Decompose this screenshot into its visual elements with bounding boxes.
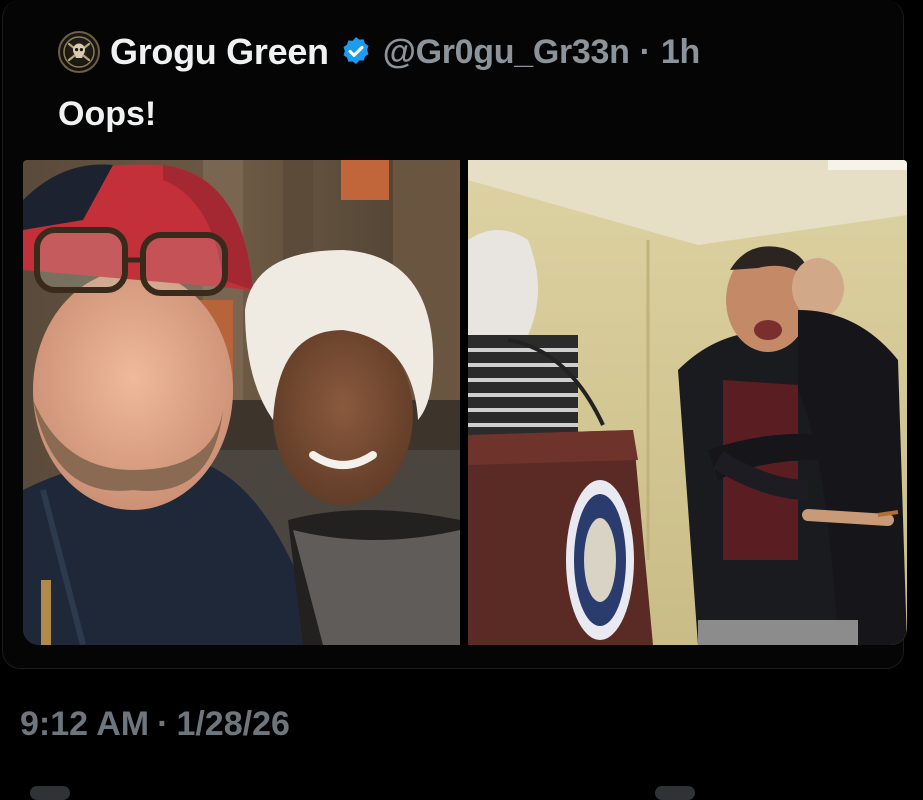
post-timestamp[interactable]: 9:12 AM · 1/28/26 (20, 705, 290, 744)
author-handle[interactable]: @Gr0gu_Gr33n (383, 33, 630, 72)
post-header: Grogu Green @Gr0gu_Gr33n · 1h (58, 30, 700, 74)
timestamp-separator: · (157, 705, 169, 743)
author-display-name[interactable]: Grogu Green (110, 31, 329, 73)
skull-emblem-icon (63, 36, 95, 68)
selfie-photo[interactable] (23, 160, 460, 645)
media-grid (23, 160, 907, 645)
post-date: 1/28/26 (176, 705, 290, 743)
post-time: 9:12 AM (20, 705, 150, 743)
quoted-post-card[interactable]: Grogu Green @Gr0gu_Gr33n · 1h Oops! (2, 0, 907, 669)
post-age[interactable]: 1h (661, 33, 700, 72)
post-text: Oops! (58, 95, 157, 133)
podium-scuffle-photo[interactable] (468, 160, 907, 645)
verified-badge-icon (339, 35, 373, 69)
author-avatar[interactable] (58, 31, 100, 73)
action-bar-peek-right (655, 786, 695, 800)
header-separator: · (639, 32, 651, 71)
action-bar-peek (30, 786, 70, 800)
